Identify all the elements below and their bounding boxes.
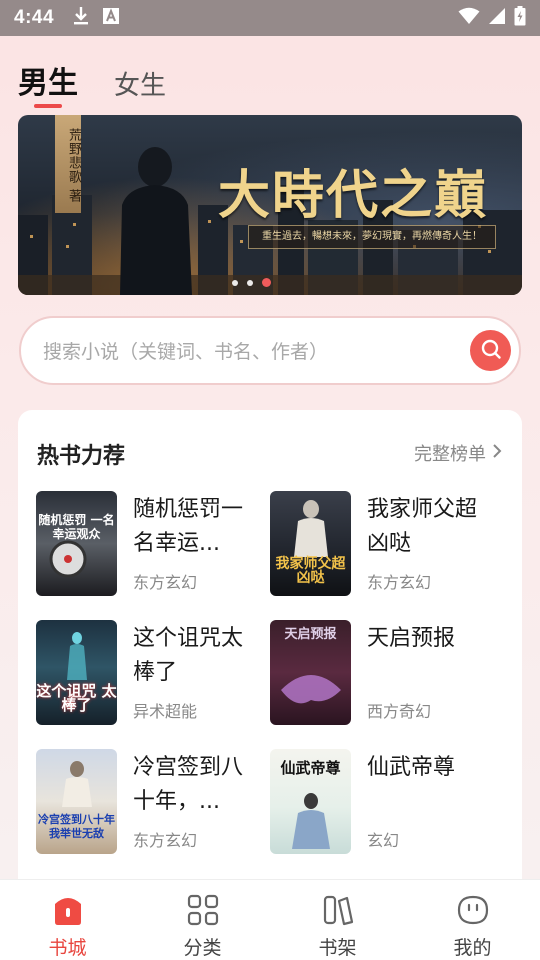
status-time: 4:44: [14, 7, 55, 28]
active-tab-indicator: [34, 104, 62, 108]
book-item[interactable]: 我家师父超凶哒 我家师父超凶哒 东方玄幻: [270, 491, 504, 597]
book-genre: 东方玄幻: [133, 831, 198, 850]
tab-male-label: 男生: [18, 66, 78, 101]
search-input[interactable]: 搜索小说（关键词、书名、作者）: [19, 316, 521, 385]
gender-tabs: 男生 女生: [18, 58, 166, 108]
section-title: 热书力荐: [37, 444, 126, 469]
wifi-icon: [458, 7, 480, 30]
tab-male[interactable]: 男生: [18, 58, 78, 108]
banner-author-tag: 荒野悲歌 著: [55, 115, 81, 213]
banner-tagline: 重生過去，暢想未來，夢幻現實，再燃傳奇人生！: [248, 225, 496, 249]
bookstore-icon: [50, 892, 86, 927]
book-genre: 东方玄幻: [133, 573, 198, 592]
profile-face-icon: [455, 892, 491, 927]
nav-bookstore[interactable]: 书城: [0, 880, 135, 960]
nav-category[interactable]: 分类: [135, 880, 270, 960]
book-cover-title: 这个诅咒 太棒了: [36, 682, 117, 714]
banner-dot[interactable]: [232, 279, 238, 286]
download-icon: [72, 6, 90, 31]
book-cover: 我家师父超凶哒: [270, 491, 351, 596]
search-button[interactable]: [470, 330, 511, 371]
book-cover-title: 冷宫签到八十年 我举世无敌: [38, 813, 115, 840]
book-cover: 冷宫签到八十年 我举世无敌: [36, 749, 117, 854]
status-bar: 4:44: [0, 0, 540, 36]
banner-hero-figure: [120, 147, 192, 295]
book-title: 我家师父超凶哒: [367, 497, 478, 556]
book-title: 天启预报: [367, 626, 456, 651]
book-item[interactable]: 这个诅咒 太棒了 这个诅咒太棒了 异术超能: [36, 620, 270, 726]
full-ranking-label: 完整榜单: [414, 444, 486, 465]
banner-dot-active[interactable]: [262, 278, 271, 287]
bottom-navigation: 书城 分类 书架 我的: [0, 879, 540, 960]
hot-books-section: 热书力荐 完整榜单 随机惩罚 一名幸运观众 随机惩罚一名幸运... 东方玄幻 我…: [18, 410, 522, 930]
book-item[interactable]: 天启预报 天启预报 西方奇幻: [270, 620, 504, 726]
book-cover-title: 天启预报: [284, 627, 337, 642]
search-placeholder: 搜索小说（关键词、书名、作者）: [43, 341, 329, 363]
nav-profile-label: 我的: [453, 937, 492, 959]
book-cover: 天启预报: [270, 620, 351, 725]
book-title: 随机惩罚一名幸运...: [133, 497, 244, 556]
book-cover-title: 我家师父超凶哒: [275, 556, 346, 586]
book-cover-title: 仙武帝尊: [280, 759, 341, 777]
featured-banner[interactable]: 荒野悲歌 著 大時代之巔 重生過去，暢想未來，夢幻現實，再燃傳奇人生！: [18, 115, 522, 295]
book-item[interactable]: 随机惩罚 一名幸运观众 随机惩罚一名幸运... 东方玄幻: [36, 491, 270, 597]
battery-charging-icon: [514, 5, 526, 31]
book-cover: 这个诅咒 太棒了: [36, 620, 117, 725]
book-cover: 仙武帝尊: [270, 749, 351, 854]
book-title: 冷宫签到八十年，...: [133, 755, 244, 814]
category-grid-icon: [185, 892, 221, 927]
nav-category-label: 分类: [183, 937, 222, 959]
book-item[interactable]: 冷宫签到八十年 我举世无敌 冷宫签到八十年，... 东方玄幻: [36, 749, 270, 855]
nav-profile[interactable]: 我的: [405, 880, 540, 960]
book-item[interactable]: 仙武帝尊 仙武帝尊 玄幻: [270, 749, 504, 855]
nav-bookshelf[interactable]: 书架: [270, 880, 405, 960]
tab-female[interactable]: 女生: [114, 65, 166, 102]
banner-title: 大時代之巔: [218, 165, 489, 226]
search-icon: [480, 338, 502, 364]
tab-female-label: 女生: [114, 71, 167, 101]
nav-bookshelf-label: 书架: [318, 937, 357, 959]
banner-pagination: [232, 278, 271, 287]
book-genre: 异术超能: [133, 702, 198, 721]
book-genre: 玄幻: [367, 831, 400, 850]
banner-dot[interactable]: [247, 279, 253, 286]
nav-bookstore-label: 书城: [48, 937, 87, 959]
book-title: 这个诅咒太棒了: [133, 626, 244, 685]
book-genre: 东方玄幻: [367, 573, 432, 592]
signal-icon: [488, 7, 506, 30]
chevron-right-icon: [492, 443, 502, 464]
bookshelf-icon: [320, 892, 356, 927]
book-cover: 随机惩罚 一名幸运观众: [36, 491, 117, 596]
book-cover-title: 随机惩罚 一名幸运观众: [38, 513, 115, 541]
full-ranking-link[interactable]: 完整榜单: [414, 440, 502, 466]
book-title: 仙武帝尊: [367, 755, 456, 780]
font-a-icon: [102, 7, 120, 30]
book-genre: 西方奇幻: [367, 702, 432, 721]
